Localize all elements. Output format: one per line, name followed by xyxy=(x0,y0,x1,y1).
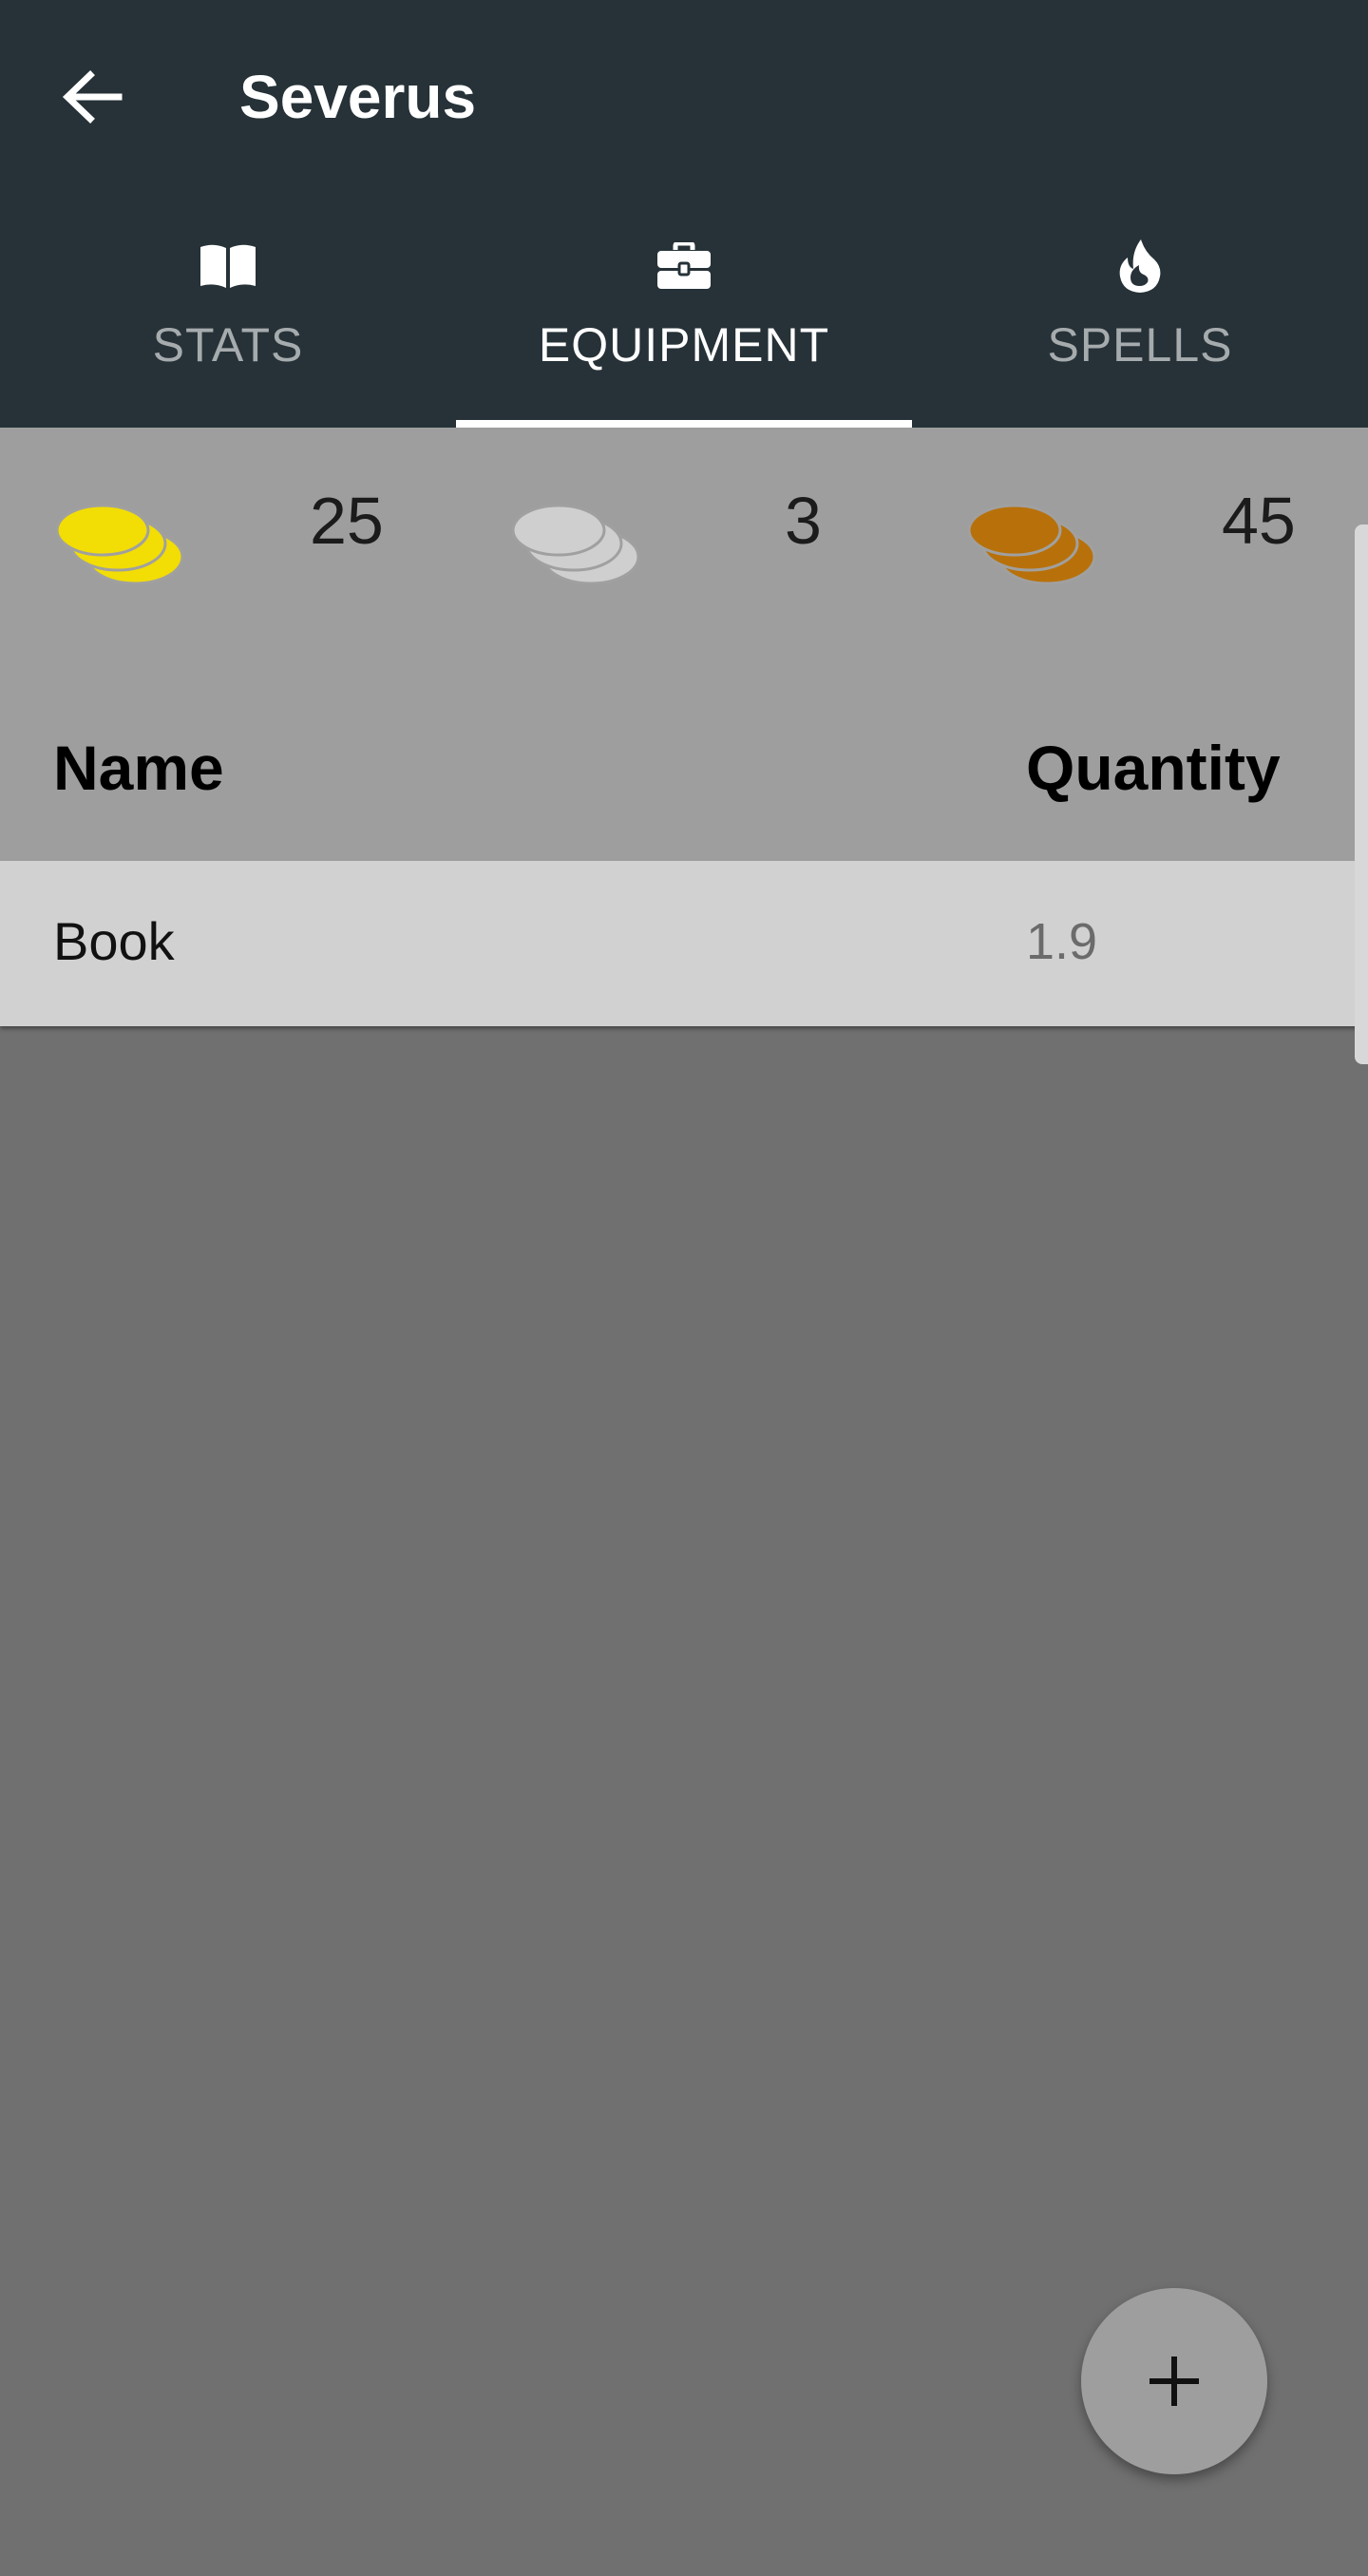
tab-spells-label: SPELLS xyxy=(1047,318,1233,372)
tab-stats[interactable]: STATS xyxy=(0,190,456,428)
item-name: Book xyxy=(53,911,175,971)
fire-icon xyxy=(1119,239,1161,293)
arrow-left-icon xyxy=(62,70,123,124)
add-item-button[interactable] xyxy=(1081,2288,1267,2474)
item-quantity: 1.9 xyxy=(1026,913,1098,970)
silver-coins-icon xyxy=(511,504,640,585)
back-button[interactable] xyxy=(48,52,137,142)
tab-equipment[interactable]: EQUIPMENT xyxy=(456,190,912,428)
tab-spells[interactable]: SPELLS xyxy=(912,190,1368,428)
column-header-name: Name xyxy=(53,733,224,803)
copper-coins-icon xyxy=(967,504,1096,585)
page-title: Severus xyxy=(239,63,477,131)
briefcase-icon xyxy=(657,242,711,289)
app-bar: Severus xyxy=(0,0,1368,190)
tab-stats-label: STATS xyxy=(152,318,304,372)
active-tab-indicator xyxy=(456,420,912,428)
tab-bar: STATS EQUIPMENT SPELLS xyxy=(0,190,1368,428)
gold-coins-value: 25 xyxy=(310,484,384,558)
scrollbar[interactable] xyxy=(1355,525,1368,1064)
gold-coins-icon xyxy=(55,504,184,585)
column-header-quantity: Quantity xyxy=(1026,733,1281,803)
copper-coins-value: 45 xyxy=(1222,484,1296,558)
plus-icon xyxy=(1150,2357,1199,2406)
table-row[interactable]: Book 1.9 xyxy=(0,861,1368,1026)
silver-coins-value: 3 xyxy=(785,484,822,558)
book-open-icon xyxy=(200,244,256,288)
tab-equipment-label: EQUIPMENT xyxy=(538,318,830,372)
equipment-table-header: Name Quantity xyxy=(0,646,1368,861)
coin-purse: 25 3 45 xyxy=(0,428,1368,646)
